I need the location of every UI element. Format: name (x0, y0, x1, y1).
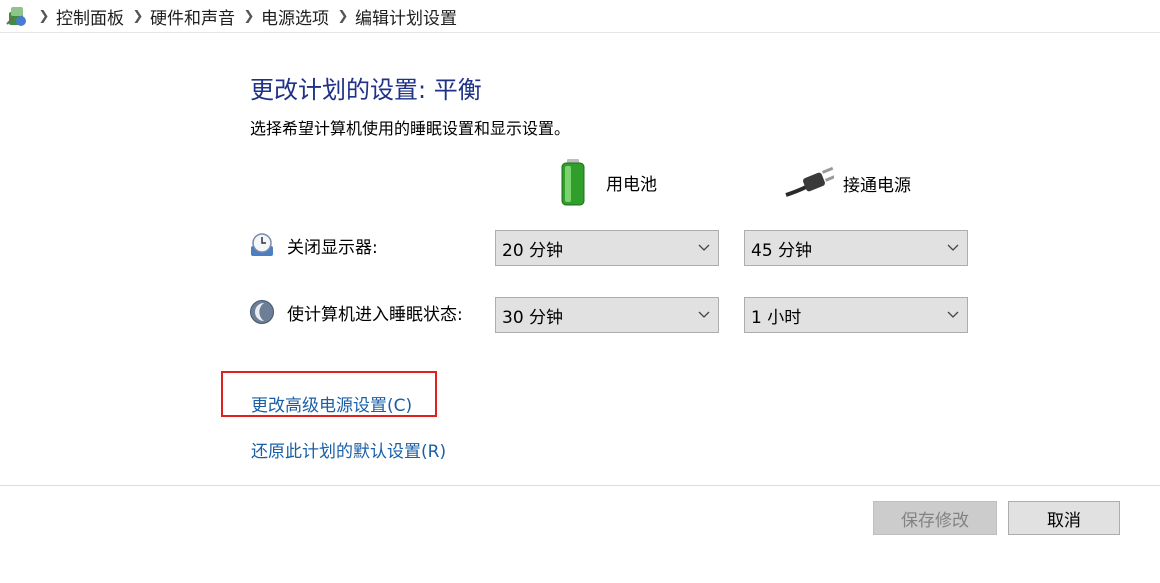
edit-plan-settings-window: ❯ 控制面板 ❯ 硬件和声音 ❯ 电源选项 ❯ 编辑计划设置 更改计划的设置: … (0, 0, 1160, 583)
plugged-column-label: 接通电源 (843, 175, 911, 196)
breadcrumb: ❯ 控制面板 ❯ 硬件和声音 ❯ 电源选项 ❯ 编辑计划设置 (0, 0, 1160, 33)
battery-column-label: 用电池 (606, 174, 657, 195)
save-changes-button[interactable]: 保存修改 (873, 501, 997, 535)
control-panel-icon[interactable] (4, 3, 30, 29)
display-clock-icon (251, 233, 273, 256)
display-off-battery-value: 20 分钟 (502, 240, 564, 261)
sleep-plugged-select[interactable]: 1 小时 (744, 297, 968, 333)
chevron-down-icon (947, 311, 959, 318)
power-plug-icon (785, 166, 834, 197)
display-off-label-row: 关闭显示器: (249, 232, 378, 258)
chevron-right-icon[interactable]: ❯ (128, 9, 148, 24)
chevron-right-icon[interactable]: ❯ (34, 9, 54, 24)
breadcrumb-power-options[interactable]: 电源选项 (259, 4, 333, 29)
display-off-label: 关闭显示器: (287, 237, 378, 258)
battery-column-header: 用电池 (556, 158, 657, 206)
chevron-down-icon (698, 311, 710, 318)
plugged-column-header: 接通电源 (784, 165, 911, 201)
sleep-label-row: 使计算机进入睡眠状态: (249, 299, 463, 325)
breadcrumb-control-panel[interactable]: 控制面板 (54, 4, 128, 29)
restore-defaults-link[interactable]: 还原此计划的默认设置(R) (251, 437, 446, 462)
sleep-battery-select[interactable]: 30 分钟 (495, 297, 719, 333)
display-off-plugged-value: 45 分钟 (751, 240, 813, 261)
footer-divider (0, 485, 1160, 486)
display-off-battery-select[interactable]: 20 分钟 (495, 230, 719, 266)
chevron-right-icon[interactable]: ❯ (333, 9, 353, 24)
advanced-power-settings-link[interactable]: 更改高级电源设置(C) (251, 391, 412, 416)
chevron-down-icon (698, 244, 710, 251)
page-title: 更改计划的设置: 平衡 (250, 76, 482, 104)
chevron-down-icon (947, 244, 959, 251)
breadcrumb-hardware-sound[interactable]: 硬件和声音 (148, 4, 239, 29)
display-off-plugged-select[interactable]: 45 分钟 (744, 230, 968, 266)
chevron-right-icon[interactable]: ❯ (239, 9, 259, 24)
cancel-button[interactable]: 取消 (1008, 501, 1120, 535)
moon-sleep-icon (250, 300, 274, 324)
battery-icon (561, 159, 585, 206)
sleep-plugged-value: 1 小时 (751, 307, 802, 328)
breadcrumb-edit-plan: 编辑计划设置 (355, 8, 457, 29)
page-subtitle: 选择希望计算机使用的睡眠设置和显示设置。 (250, 119, 571, 138)
sleep-battery-value: 30 分钟 (502, 307, 564, 328)
sleep-label: 使计算机进入睡眠状态: (287, 304, 463, 325)
